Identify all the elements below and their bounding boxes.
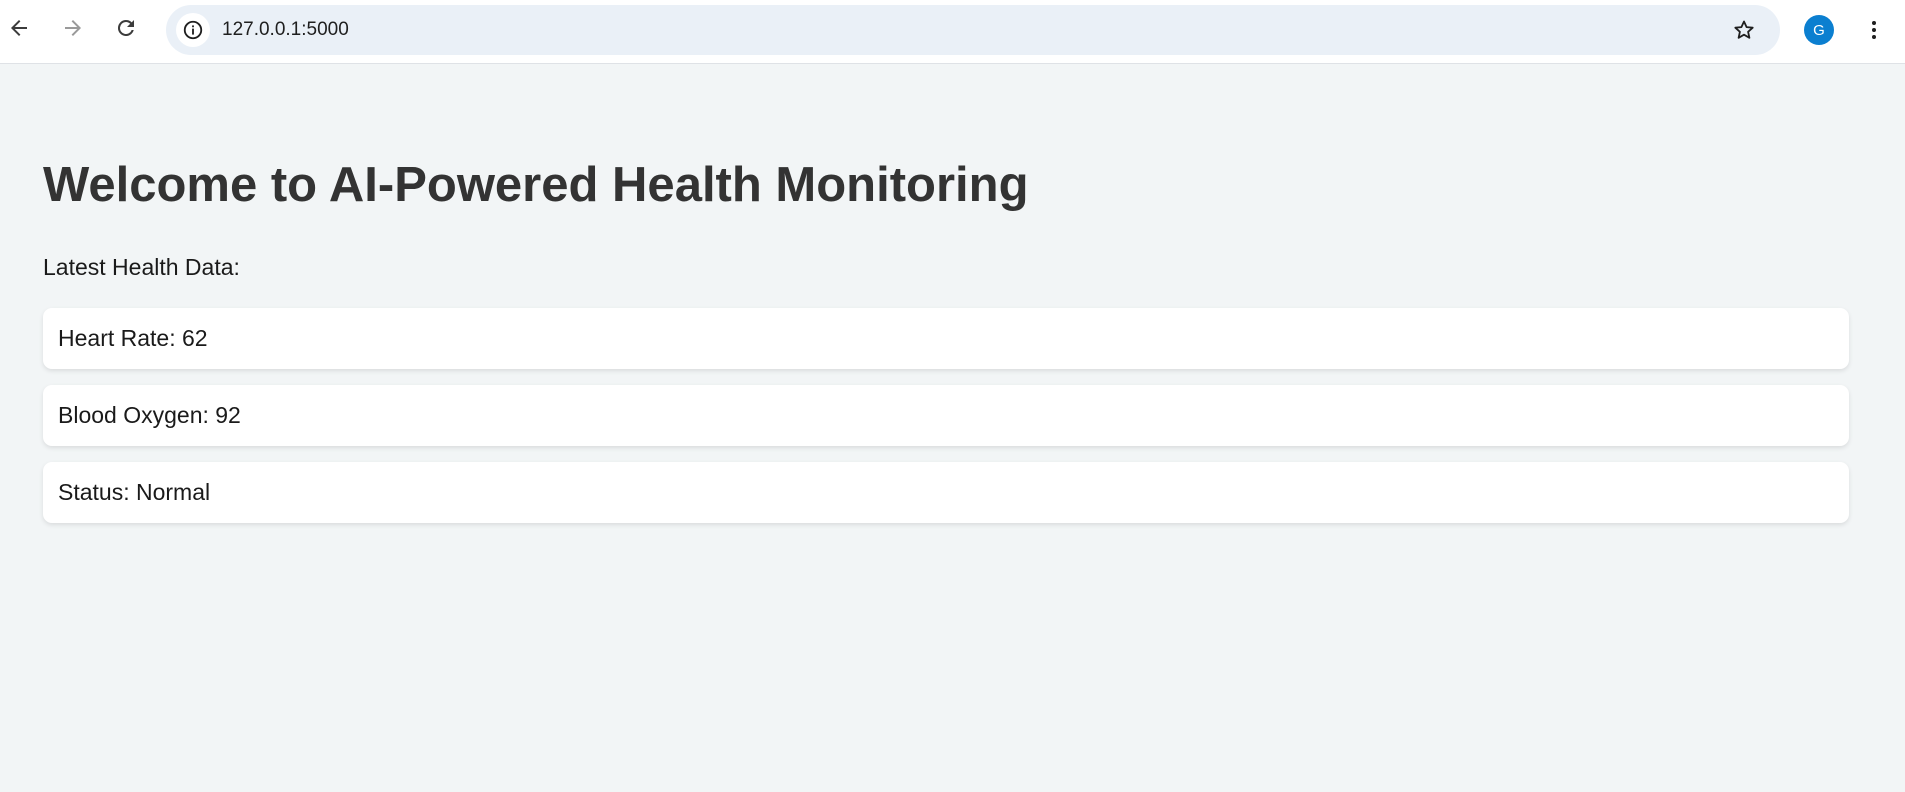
page-title: Welcome to AI-Powered Health Monitoring [43,158,1029,212]
site-info-button[interactable] [176,13,210,47]
profile-initial: G [1813,21,1825,39]
status-card: Status: Normal [43,462,1849,523]
back-button[interactable] [1,10,37,46]
forward-button[interactable] [55,10,91,46]
address-bar[interactable]: 127.0.0.1:5000 [166,5,1780,55]
browser-toolbar: 127.0.0.1:5000 G [0,0,1905,64]
blood-oxygen-card: Blood Oxygen: 92 [43,385,1849,446]
bookmark-button[interactable] [1728,14,1760,46]
heart-rate-text: Heart Rate: 62 [58,325,208,351]
arrow-right-icon [65,20,81,36]
kebab-menu-icon [1872,21,1876,39]
reload-icon [117,19,134,36]
info-icon [183,20,203,40]
url-text[interactable]: 127.0.0.1:5000 [222,5,349,55]
heart-rate-card: Heart Rate: 62 [43,308,1849,369]
blood-oxygen-text: Blood Oxygen: 92 [58,402,241,428]
status-text: Status: Normal [58,479,211,505]
arrow-left-icon [11,20,27,36]
browser-menu-button[interactable] [1856,12,1892,48]
star-icon [1734,20,1754,39]
section-label: Latest Health Data: [43,254,240,280]
reload-button[interactable] [108,10,144,46]
profile-avatar[interactable]: G [1804,15,1834,45]
